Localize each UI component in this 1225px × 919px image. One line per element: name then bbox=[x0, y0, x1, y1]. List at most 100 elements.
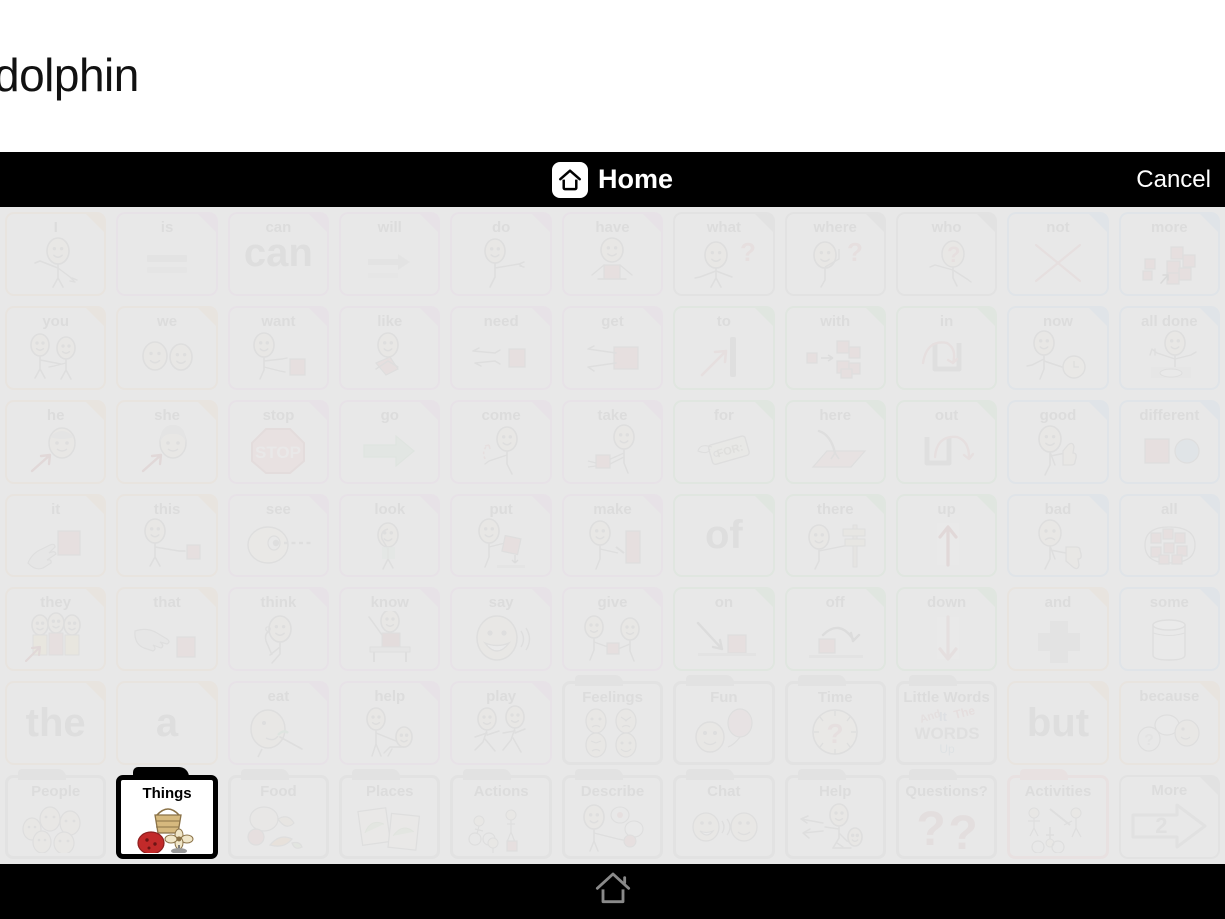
word-give[interactable]: give bbox=[561, 587, 664, 672]
person-pointing-box-icon bbox=[118, 516, 215, 573]
tile-shape: some bbox=[1118, 587, 1220, 672]
word-off[interactable]: off bbox=[784, 587, 886, 672]
person-holding-box-icon bbox=[564, 234, 661, 291]
word-because[interactable]: because ? bbox=[1118, 681, 1220, 766]
word-will[interactable]: will bbox=[339, 212, 441, 296]
folder-help[interactable]: Help bbox=[784, 769, 886, 859]
folder-actions[interactable]: Actions bbox=[450, 769, 552, 859]
tile-shape: to bbox=[673, 305, 775, 390]
word-out[interactable]: out bbox=[895, 399, 998, 484]
home-icon[interactable] bbox=[591, 869, 635, 914]
word-a[interactable]: a bbox=[116, 681, 218, 766]
arrow-onto-box-icon bbox=[675, 609, 772, 666]
word-make[interactable]: make bbox=[561, 493, 664, 578]
header-home-group[interactable]: Home bbox=[0, 152, 1225, 207]
word-here[interactable]: here bbox=[784, 399, 886, 484]
tile-shape: play bbox=[450, 681, 552, 766]
folder-shape: People bbox=[5, 769, 107, 859]
folder-activities[interactable]: Activities bbox=[1007, 769, 1109, 859]
tile-shape: that bbox=[116, 587, 218, 672]
word-who[interactable]: who ? bbox=[895, 212, 998, 296]
word-think[interactable]: think bbox=[227, 587, 330, 672]
word-what[interactable]: what ? bbox=[673, 212, 775, 296]
word-up[interactable]: up bbox=[895, 493, 998, 578]
tile-shape: not bbox=[1007, 212, 1109, 296]
blocks-more-icon bbox=[1121, 234, 1218, 291]
word-it[interactable]: it bbox=[5, 493, 107, 578]
word-play[interactable]: play bbox=[450, 681, 552, 766]
word-say[interactable]: say bbox=[450, 587, 552, 672]
folder-feelings[interactable]: Feelings bbox=[561, 675, 664, 766]
person-question-icon: ? bbox=[675, 234, 772, 291]
word-put[interactable]: put bbox=[450, 493, 552, 578]
face-balloon-icon bbox=[676, 704, 771, 759]
word-different[interactable]: different bbox=[1118, 399, 1220, 484]
word-that[interactable]: that bbox=[116, 587, 218, 672]
folder-questions[interactable]: Questions?? ? bbox=[895, 769, 998, 859]
folder-things[interactable]: Things bbox=[116, 767, 218, 859]
word-look[interactable]: look bbox=[339, 493, 441, 578]
word-come[interactable]: come bbox=[450, 399, 552, 484]
word-all[interactable]: all bbox=[1118, 493, 1220, 578]
folder-people[interactable]: People bbox=[5, 769, 107, 859]
folder-describe[interactable]: Describe bbox=[561, 769, 664, 859]
word-help[interactable]: help bbox=[339, 681, 441, 766]
message-text: dolphin bbox=[0, 49, 139, 101]
word-can[interactable]: can can bbox=[227, 212, 330, 296]
word-is[interactable]: is bbox=[116, 212, 218, 296]
word-more[interactable]: More 2 bbox=[1118, 775, 1220, 859]
word-bad[interactable]: bad bbox=[1007, 493, 1109, 578]
word-good[interactable]: good bbox=[1007, 399, 1109, 484]
word-stop[interactable]: stop STOP bbox=[227, 399, 330, 484]
word-this[interactable]: this bbox=[116, 493, 218, 578]
word-go[interactable]: go bbox=[339, 399, 441, 484]
word-i[interactable]: I bbox=[5, 212, 107, 296]
word-more[interactable]: more bbox=[1118, 212, 1220, 296]
message-window[interactable]: dolphin bbox=[0, 0, 1225, 152]
word-see[interactable]: see bbox=[227, 493, 330, 578]
word-but[interactable]: but bbox=[1007, 681, 1109, 766]
word-we[interactable]: we bbox=[116, 305, 218, 390]
word-know[interactable]: know bbox=[339, 587, 441, 672]
word-there[interactable]: there bbox=[784, 493, 886, 578]
folder-chat[interactable]: Chat bbox=[673, 769, 775, 859]
folder-tab-icon bbox=[686, 675, 735, 687]
cancel-button[interactable]: Cancel bbox=[1136, 166, 1211, 194]
svg-text:WORDS: WORDS bbox=[914, 724, 979, 743]
word-where[interactable]: where ? bbox=[784, 212, 886, 296]
word-now[interactable]: now bbox=[1007, 305, 1109, 390]
word-like[interactable]: like bbox=[339, 305, 441, 390]
word-want[interactable]: want bbox=[227, 305, 330, 390]
word-and[interactable]: and bbox=[1007, 587, 1109, 672]
word-have[interactable]: have bbox=[561, 212, 664, 296]
word-eat[interactable]: eat bbox=[227, 681, 330, 766]
word-all-done[interactable]: all done bbox=[1118, 305, 1220, 390]
tile-shape: like bbox=[339, 305, 441, 390]
word-you[interactable]: you bbox=[5, 305, 107, 390]
word-they[interactable]: they bbox=[5, 587, 107, 672]
word-get[interactable]: get bbox=[561, 305, 664, 390]
word-the[interactable]: the bbox=[5, 681, 107, 766]
word-down[interactable]: down bbox=[895, 587, 998, 672]
word-for[interactable]: for FOR: bbox=[673, 399, 775, 484]
red-x-icon bbox=[1009, 234, 1106, 291]
word-of[interactable]: of bbox=[673, 493, 775, 578]
folder-little-words[interactable]: Little Words And It The WORDS Up bbox=[895, 675, 998, 766]
word-on[interactable]: on bbox=[673, 587, 775, 672]
word-some[interactable]: some bbox=[1118, 587, 1220, 672]
word-with[interactable]: with bbox=[784, 305, 886, 390]
word-in[interactable]: in bbox=[895, 305, 998, 390]
word-not[interactable]: not bbox=[1007, 212, 1109, 296]
word-take[interactable]: take bbox=[561, 399, 664, 484]
word-he[interactable]: he bbox=[5, 399, 107, 484]
folder-time[interactable]: Time ? bbox=[784, 675, 886, 766]
word-do[interactable]: do bbox=[450, 212, 552, 296]
word-she[interactable]: she bbox=[116, 399, 218, 484]
tile-shape: you bbox=[5, 305, 107, 390]
folder-food[interactable]: Food bbox=[227, 769, 330, 859]
next-page-arrow-icon: 2 bbox=[1121, 797, 1218, 854]
word-need[interactable]: need bbox=[450, 305, 552, 390]
word-to[interactable]: to bbox=[673, 305, 775, 390]
folder-fun[interactable]: Fun bbox=[673, 675, 775, 766]
folder-places[interactable]: Places bbox=[339, 769, 441, 859]
